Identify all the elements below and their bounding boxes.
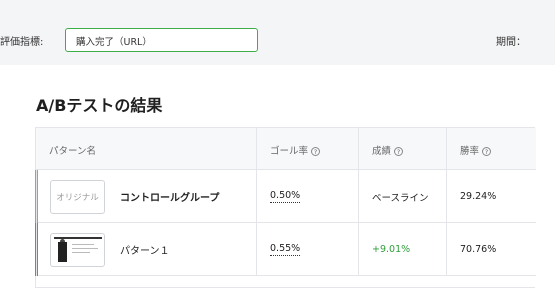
variant-name: パターン１ (120, 246, 170, 257)
column-header-pattern-name: パターン名 (36, 128, 256, 170)
period-label: 期間： (496, 37, 526, 48)
cell-goal-rate: 0.50% (256, 170, 358, 223)
cell-pattern-name: オリジナル コントロールグループ (36, 170, 256, 223)
original-thumbnail[interactable]: オリジナル (50, 179, 105, 214)
cell-performance: +9.01% (358, 223, 446, 276)
results-panel: A/Bテストの結果 パターン名 ゴール率? 成績? 勝率? オリジナル コントロ… (0, 65, 555, 288)
cell-goal-rate: 0.55% (256, 223, 358, 276)
thumbnail-label: オリジナル (56, 192, 99, 203)
column-header-performance: 成績? (358, 128, 446, 170)
table-header: パターン名 ゴール率? 成績? 勝率? (36, 128, 536, 170)
performance-value: +9.01% (372, 244, 411, 255)
column-label: パターン名 (49, 146, 97, 157)
question-circle-icon[interactable]: ? (482, 147, 492, 156)
table-row-pattern-1[interactable]: パターン１ 0.55% +9.01% 70.76% (35, 223, 536, 276)
column-label: ゴール率 (270, 146, 309, 157)
cell-win-rate: 70.76% (446, 223, 536, 276)
column-label: 勝率 (460, 146, 480, 157)
goal-rate-value[interactable]: 0.55% (270, 243, 301, 256)
column-label: 成績 (372, 146, 392, 157)
variant-thumbnail-image[interactable] (50, 232, 105, 267)
metric-select[interactable]: 購入完了（URL） (65, 28, 258, 52)
column-header-win-rate: 勝率? (446, 128, 536, 170)
win-rate-value: 29.24% (460, 191, 497, 202)
goal-rate-value[interactable]: 0.50% (270, 190, 301, 203)
results-table: パターン名 ゴール率? 成績? 勝率? オリジナル コントロールグループ 0.5… (35, 127, 536, 288)
filter-bar: 評価指標: 購入完了（URL） 期間： (0, 0, 555, 65)
cell-win-rate: 29.24% (446, 170, 536, 223)
question-circle-icon[interactable]: ? (311, 147, 321, 156)
variant-name: コントロールグループ (120, 193, 220, 204)
metric-select-value: 購入完了（URL） (76, 37, 152, 48)
table-row-control[interactable]: オリジナル コントロールグループ 0.50% ベースライン 29.24% (35, 170, 536, 223)
cell-performance: ベースライン (358, 170, 446, 223)
win-rate-value: 70.76% (460, 244, 497, 255)
question-circle-icon[interactable]: ? (394, 147, 404, 156)
performance-value: ベースライン (372, 192, 429, 204)
column-header-goal-rate: ゴール率? (256, 128, 358, 170)
metric-label: 評価指標: (0, 37, 44, 48)
section-title: A/Bテストの結果 (36, 96, 163, 115)
cell-pattern-name: パターン１ (36, 223, 256, 276)
